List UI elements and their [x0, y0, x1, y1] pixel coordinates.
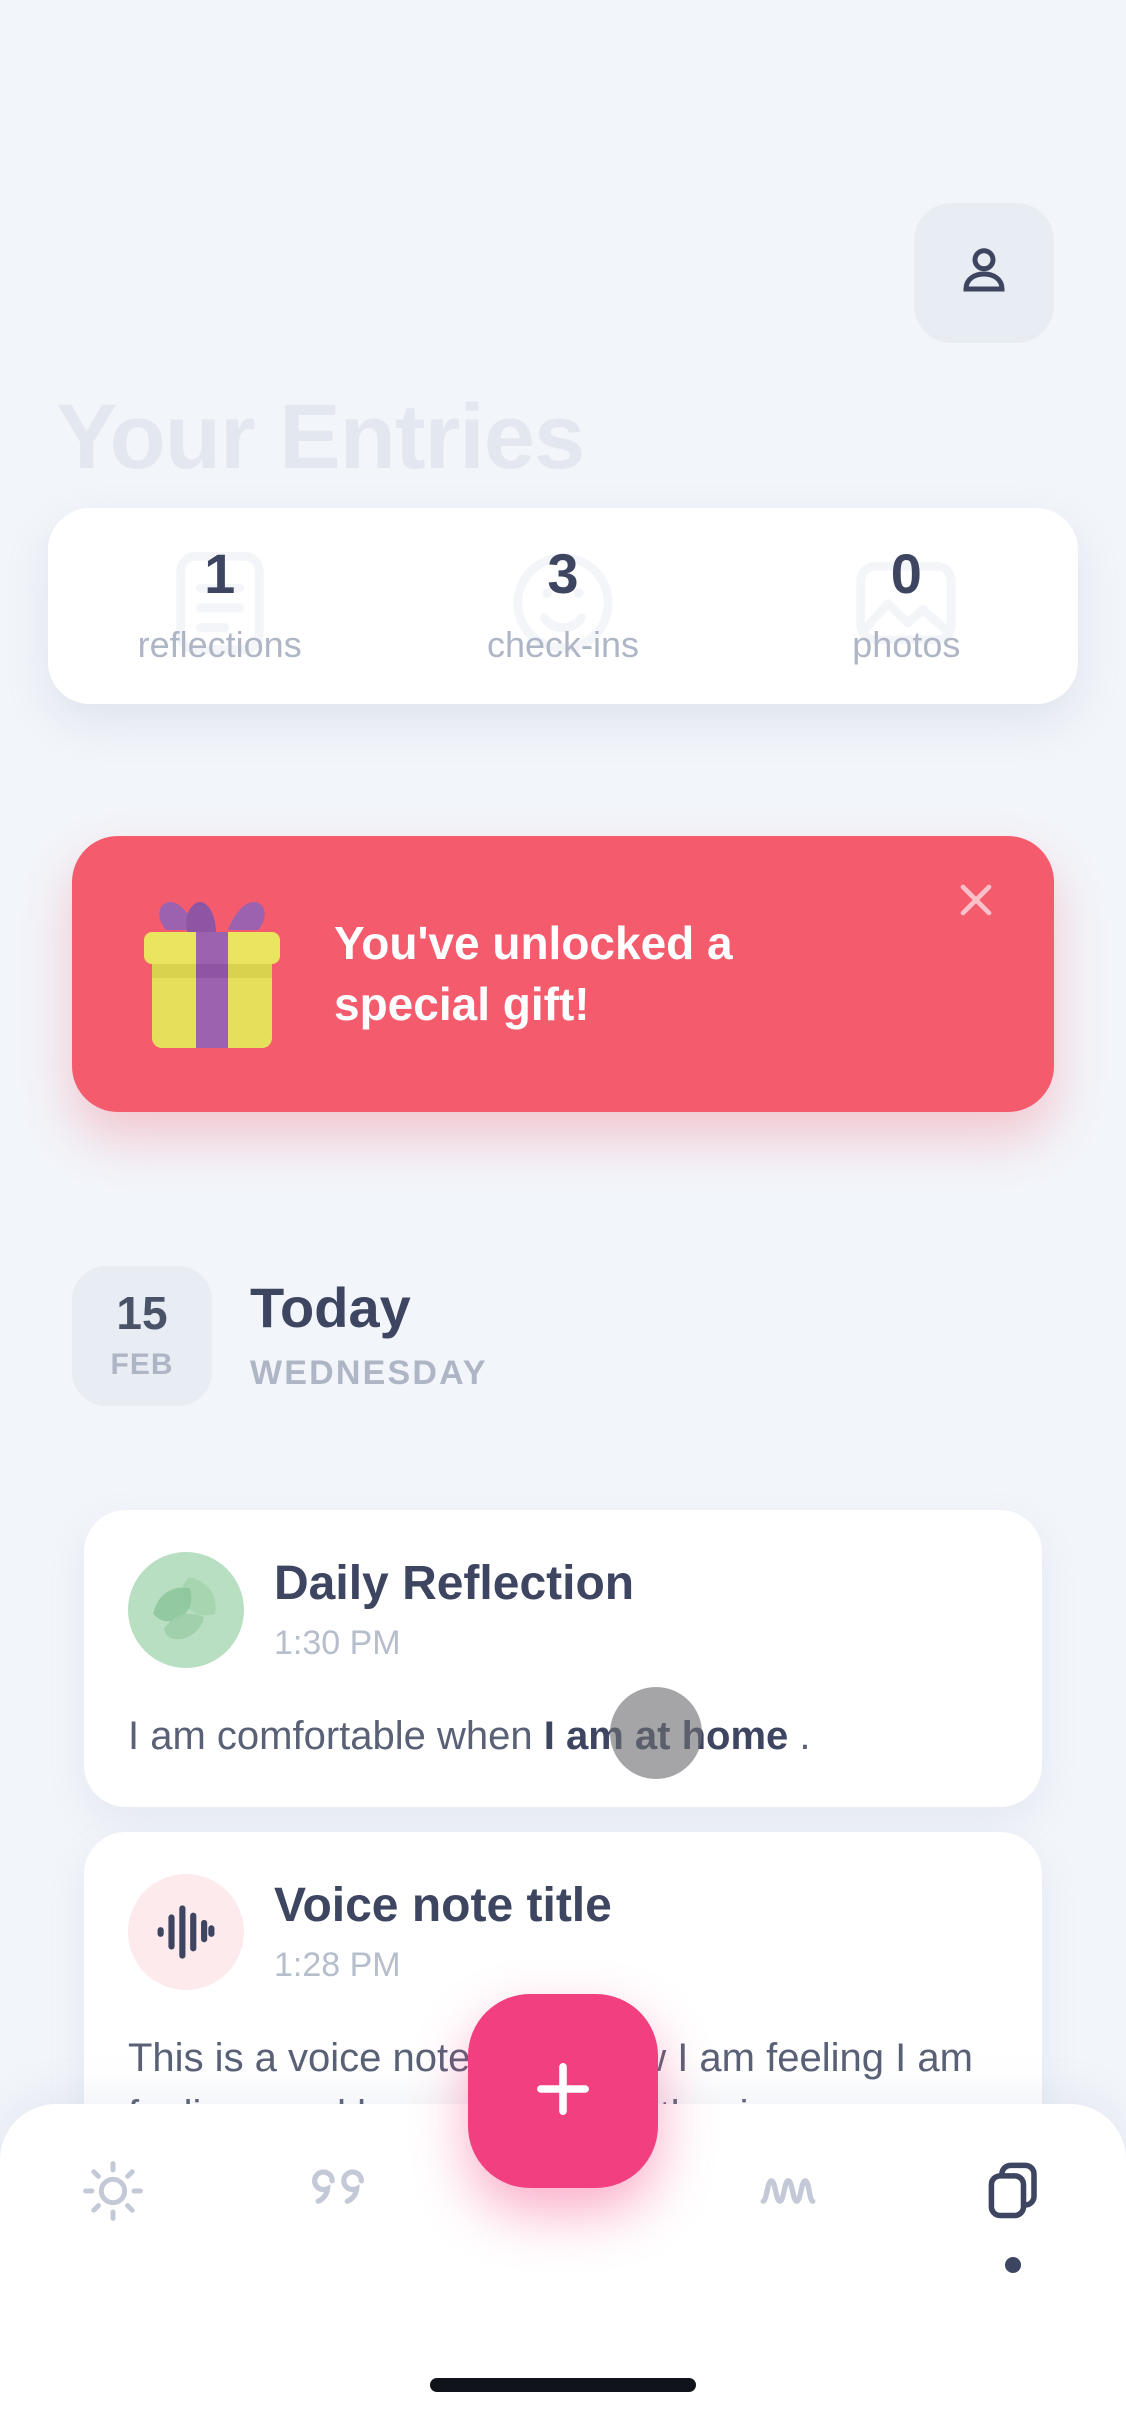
entry-title: Voice note title	[274, 1879, 612, 1932]
nav-item-quotes[interactable]	[225, 2156, 450, 2273]
entry-title: Daily Reflection	[274, 1557, 635, 1610]
stat-check-ins[interactable]: 3 check-ins	[391, 508, 734, 704]
cards-icon	[978, 2156, 1048, 2231]
plus-icon	[525, 2051, 601, 2132]
gift-message: You've unlocked a special gift!	[334, 917, 733, 1030]
nav-item-wave[interactable]	[676, 2156, 901, 2273]
nav-item-entries[interactable]	[901, 2156, 1126, 2273]
stat-reflections[interactable]: 1 reflections	[48, 508, 391, 704]
date-weekday: WEDNESDAY	[250, 1353, 488, 1392]
close-icon[interactable]	[950, 874, 1002, 926]
date-title: Today	[250, 1275, 411, 1339]
wave-icon	[753, 2156, 823, 2231]
entry-time: 1:30 PM	[274, 1624, 401, 1662]
nav-active-dot	[1005, 2257, 1022, 2273]
bottom-nav	[0, 1994, 1126, 2436]
waveform-icon	[128, 1874, 244, 1990]
profile-button[interactable]	[914, 203, 1054, 343]
date-month: FEB	[110, 1348, 174, 1381]
date-day: 15	[116, 1287, 168, 1339]
entry-body-suffix: .	[788, 1714, 811, 1758]
app-screen: Your Entries 1 reflections 3 check-ins 0…	[0, 0, 1126, 2436]
nav-item-sun[interactable]	[0, 2156, 225, 2273]
gift-box-icon	[112, 874, 312, 1074]
stat-label: check-ins	[486, 624, 640, 665]
date-header: 15 FEB Today WEDNESDAY	[72, 1266, 488, 1406]
stat-photos[interactable]: 0 photos	[735, 508, 1078, 704]
home-indicator	[430, 2378, 696, 2392]
stat-label: reflections	[137, 624, 302, 665]
stats-card: 1 reflections 3 check-ins 0 photos	[48, 508, 1078, 704]
stat-value: 1	[204, 542, 236, 605]
nav-active-dot	[780, 2257, 796, 2273]
entry-time: 1:28 PM	[274, 1946, 401, 1984]
page-title: Your Entries	[56, 386, 585, 488]
stat-value: 3	[547, 542, 579, 605]
leaf-icon	[128, 1552, 244, 1668]
date-chip: 15 FEB	[72, 1266, 212, 1406]
quote-icon	[303, 2156, 373, 2231]
gift-banner[interactable]: You've unlocked a special gift!	[72, 836, 1054, 1112]
touch-indicator	[610, 1687, 702, 1779]
sun-icon	[78, 2156, 148, 2231]
entry-body-prefix: I am comfortable when	[128, 1714, 544, 1758]
nav-active-dot	[330, 2257, 346, 2273]
entry-body: I am comfortable when I am at home .	[128, 1708, 998, 1765]
nav-active-dot	[105, 2257, 121, 2273]
stat-value: 0	[890, 542, 922, 605]
person-icon	[954, 241, 1014, 306]
stat-label: photos	[852, 624, 961, 665]
entry-card-reflection[interactable]: Daily Reflection 1:30 PM I am comfortabl…	[84, 1510, 1042, 1807]
